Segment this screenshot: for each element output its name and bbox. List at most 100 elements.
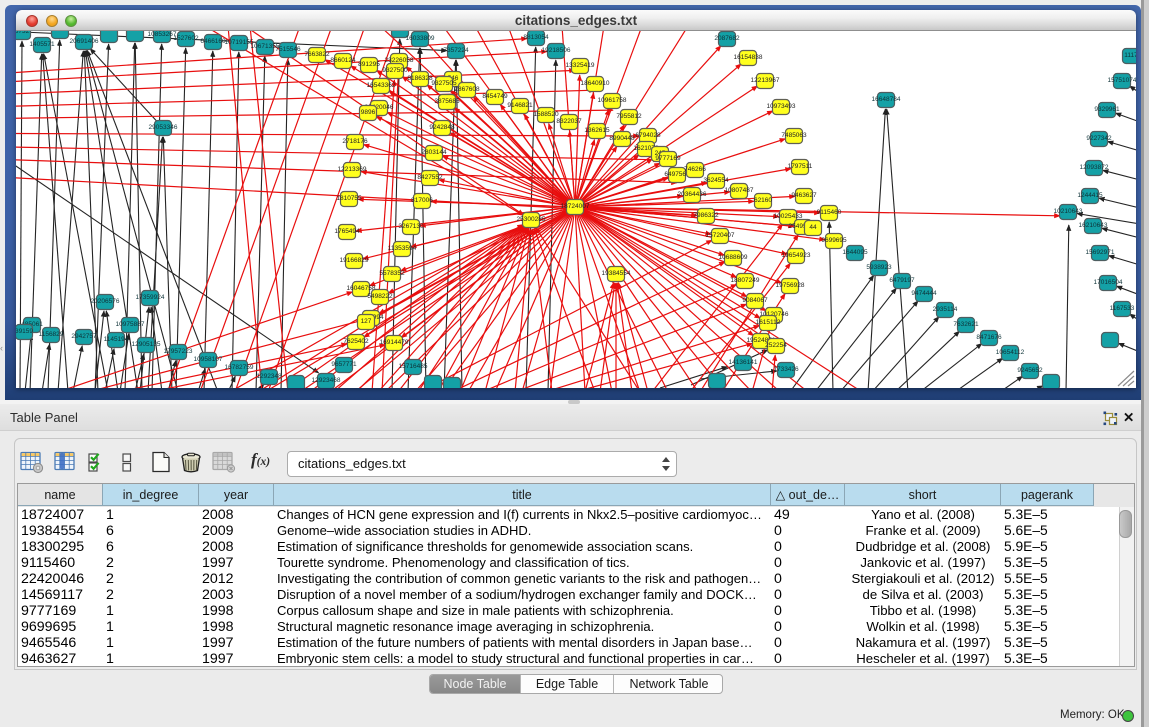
svg-text:20364436: 20364436 xyxy=(678,191,707,198)
svg-text:62160: 62160 xyxy=(754,197,772,204)
svg-text:15692971: 15692971 xyxy=(1086,249,1115,256)
svg-text:2803144: 2803144 xyxy=(421,149,447,156)
svg-text:12905135: 12905135 xyxy=(132,341,161,348)
svg-text:19756928: 19756928 xyxy=(776,282,805,289)
svg-text:14136141: 14136141 xyxy=(729,359,758,366)
svg-text:19166829: 19166829 xyxy=(340,257,369,264)
svg-text:7357224: 7357224 xyxy=(443,47,469,54)
svg-text:3875685: 3875685 xyxy=(434,98,460,105)
svg-text:25300285: 25300285 xyxy=(517,216,546,223)
svg-text:1405571: 1405571 xyxy=(29,41,55,48)
svg-text:7515546: 7515546 xyxy=(275,46,301,53)
svg-text:12093872: 12093872 xyxy=(1080,164,1109,171)
svg-text:10958107: 10958107 xyxy=(194,356,223,363)
svg-text:16648784: 16648784 xyxy=(872,96,901,103)
svg-text:2942757: 2942757 xyxy=(71,333,97,340)
svg-text:8990448: 8990448 xyxy=(609,135,635,142)
svg-text:8427552: 8427552 xyxy=(417,174,443,181)
svg-text:19218506: 19218506 xyxy=(542,47,571,54)
svg-text:9474444: 9474444 xyxy=(911,290,937,297)
svg-text:2867608: 2867608 xyxy=(454,86,480,93)
svg-text:5578352: 5578352 xyxy=(379,270,405,277)
svg-text:817006: 817006 xyxy=(411,197,433,204)
svg-text:891295: 891295 xyxy=(358,61,380,68)
svg-text:252254: 252254 xyxy=(765,342,787,349)
svg-text:9245652: 9245652 xyxy=(1017,367,1043,374)
svg-text:7632621: 7632621 xyxy=(953,321,979,328)
svg-text:12213967: 12213967 xyxy=(751,77,780,84)
svg-text:15716485: 15716485 xyxy=(399,363,428,370)
svg-text:1797511: 1797511 xyxy=(788,163,813,170)
svg-text:7986322: 7986322 xyxy=(693,212,719,219)
svg-text:6466160: 6466160 xyxy=(200,38,226,45)
svg-text:5732: 5732 xyxy=(16,31,30,35)
svg-text:16782759: 16782759 xyxy=(225,364,254,371)
svg-text:7955812: 7955812 xyxy=(616,113,642,120)
svg-text:1615112: 1615112 xyxy=(756,319,781,326)
svg-text:12923468: 12923468 xyxy=(312,377,341,384)
svg-text:9699695: 9699695 xyxy=(821,237,847,244)
svg-text:1362615: 1362615 xyxy=(584,127,610,134)
svg-text:16033809: 16033809 xyxy=(406,35,435,42)
svg-text:10688609: 10688609 xyxy=(719,254,748,261)
svg-text:44: 44 xyxy=(809,224,817,231)
svg-text:17359924: 17359924 xyxy=(136,294,165,301)
svg-text:10210643: 10210643 xyxy=(1054,208,1083,215)
svg-text:3624554: 3624554 xyxy=(703,177,729,184)
svg-text:9146821: 9146821 xyxy=(507,102,533,109)
svg-text:1117: 1117 xyxy=(1124,52,1136,59)
svg-text:1765494: 1765494 xyxy=(334,228,360,235)
svg-text:9242848: 9242848 xyxy=(429,124,455,131)
svg-text:1810755: 1810755 xyxy=(336,195,362,202)
svg-text:9327500: 9327500 xyxy=(382,67,408,74)
svg-text:9463627: 9463627 xyxy=(791,192,817,199)
svg-text:7625402: 7625402 xyxy=(343,338,369,345)
svg-text:16154838: 16154838 xyxy=(734,54,763,61)
svg-text:127: 127 xyxy=(361,318,372,325)
svg-text:16210643: 16210643 xyxy=(1079,222,1108,229)
svg-text:19654923: 19654923 xyxy=(782,252,811,259)
svg-text:9777169: 9777169 xyxy=(655,155,681,162)
svg-text:7663822: 7663822 xyxy=(304,51,330,58)
svg-text:5498222: 5498222 xyxy=(367,293,393,300)
svg-text:15720407: 15720407 xyxy=(706,232,735,239)
svg-text:2087682: 2087682 xyxy=(714,35,740,42)
svg-text:9896: 9896 xyxy=(361,109,376,116)
svg-text:17016504: 17016504 xyxy=(1094,279,1123,286)
svg-text:13325419: 13325419 xyxy=(566,62,595,69)
svg-text:8471676: 8471676 xyxy=(976,334,1002,341)
svg-text:2718176: 2718176 xyxy=(342,138,368,145)
svg-text:5938923: 5938923 xyxy=(866,264,892,271)
svg-text:7485063: 7485063 xyxy=(781,132,807,139)
svg-text:6479197: 6479197 xyxy=(889,277,915,284)
svg-text:8660124: 8660124 xyxy=(330,57,356,64)
svg-text:15751074: 15751074 xyxy=(1108,77,1136,84)
svg-text:20206576: 20206576 xyxy=(91,298,120,305)
svg-text:1588520: 1588520 xyxy=(533,111,559,118)
svg-text:9115460: 9115460 xyxy=(817,209,842,216)
svg-text:20691406: 20691406 xyxy=(70,38,99,45)
svg-text:8186328: 8186328 xyxy=(407,75,433,82)
svg-text:1244415: 1244415 xyxy=(1077,192,1103,199)
svg-text:11353594: 11353594 xyxy=(388,245,417,252)
svg-text:3267130: 3267130 xyxy=(398,223,424,230)
svg-text:12213369: 12213369 xyxy=(338,166,367,173)
svg-text:29053346: 29053346 xyxy=(149,124,178,131)
svg-text:10973493: 10973493 xyxy=(767,103,796,110)
svg-text:8454749: 8454749 xyxy=(482,93,508,100)
svg-text:1644095: 1644095 xyxy=(842,249,868,256)
svg-text:9329961: 9329961 xyxy=(1094,106,1120,113)
svg-text:10807487: 10807487 xyxy=(725,187,754,194)
svg-text:19384554: 19384554 xyxy=(602,270,631,277)
svg-text:1292348: 1292348 xyxy=(256,373,282,380)
svg-text:1167533: 1167533 xyxy=(1110,305,1135,312)
svg-text:10961758: 10961758 xyxy=(598,97,627,104)
svg-text:10719155: 10719155 xyxy=(225,39,254,46)
svg-text:1733426: 1733426 xyxy=(773,366,799,373)
svg-text:10654112: 10654112 xyxy=(996,349,1025,356)
svg-text:9084067: 9084067 xyxy=(742,297,768,304)
svg-text:18807249: 18807249 xyxy=(731,277,760,284)
svg-text:9227342: 9227342 xyxy=(1086,135,1112,142)
svg-text:1145194: 1145194 xyxy=(104,336,129,343)
svg-text:16543362: 16543362 xyxy=(367,82,396,89)
